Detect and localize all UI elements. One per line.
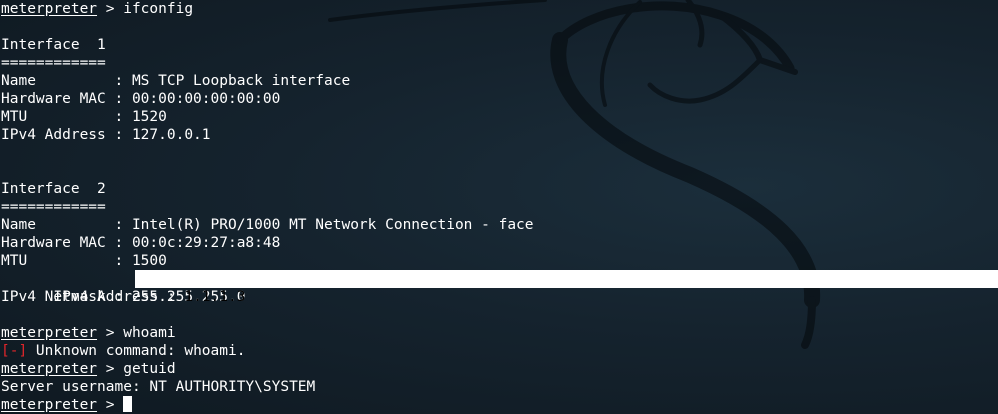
ipv4-label: IPv4 Address : (53, 289, 185, 305)
text-selection-highlight (135, 270, 998, 288)
command-text: > ifconfig (97, 1, 194, 17)
meterpreter-prompt: meterpreter (1, 325, 98, 341)
command-line-getuid: meterpreter > getuid (1, 360, 998, 378)
meterpreter-prompt: meterpreter (1, 1, 98, 17)
interface-2-rule: ============ (1, 199, 106, 215)
interface-1-name: Name : MS TCP Loopback interface (1, 73, 351, 89)
ipv4-value-selected[interactable]: 1.1.1.3 (184, 289, 245, 305)
error-tag: [-] (1, 343, 28, 359)
interface-2-ipv4-selected[interactable]: IPv4 Address : 1.1.1.3 (1, 270, 998, 305)
text-cursor (123, 396, 133, 412)
command-text: > whoami (97, 325, 176, 341)
meterpreter-prompt: meterpreter (1, 361, 98, 377)
interface-2-name: Name : Intel(R) PRO/1000 MT Network Conn… (1, 217, 534, 233)
interface-1-mtu: MTU : 1520 (1, 109, 167, 125)
getuid-output: Server username: NT AUTHORITY\SYSTEM (1, 379, 316, 395)
terminal-output: meterpreter > ifconfig Interface 1 =====… (1, 0, 998, 414)
command-text: > getuid (97, 361, 176, 377)
interface-2-mac: Hardware MAC : 00:0c:29:27:a8:48 (1, 235, 281, 251)
interface-1-ipv4: IPv4 Address : 127.0.0.1 (1, 127, 211, 143)
interface-1-header: Interface 1 (1, 37, 106, 53)
error-line: [-] Unknown command: whoami. (1, 342, 998, 360)
command-input[interactable]: > (97, 397, 123, 413)
interface-2-header: Interface 2 (1, 181, 106, 197)
active-prompt-line[interactable]: meterpreter > (1, 396, 998, 414)
meterpreter-prompt: meterpreter (1, 397, 98, 413)
command-line-ifconfig: meterpreter > ifconfig (1, 0, 998, 18)
terminal-window[interactable]: meterpreter > ifconfig Interface 1 =====… (0, 0, 998, 414)
interface-1-rule: ============ (1, 55, 106, 71)
command-line-whoami: meterpreter > whoami (1, 324, 998, 342)
interface-2-mtu: MTU : 1500 (1, 253, 167, 269)
error-message: Unknown command: whoami. (27, 343, 246, 359)
interface-1-mac: Hardware MAC : 00:00:00:00:00:00 (1, 91, 281, 107)
